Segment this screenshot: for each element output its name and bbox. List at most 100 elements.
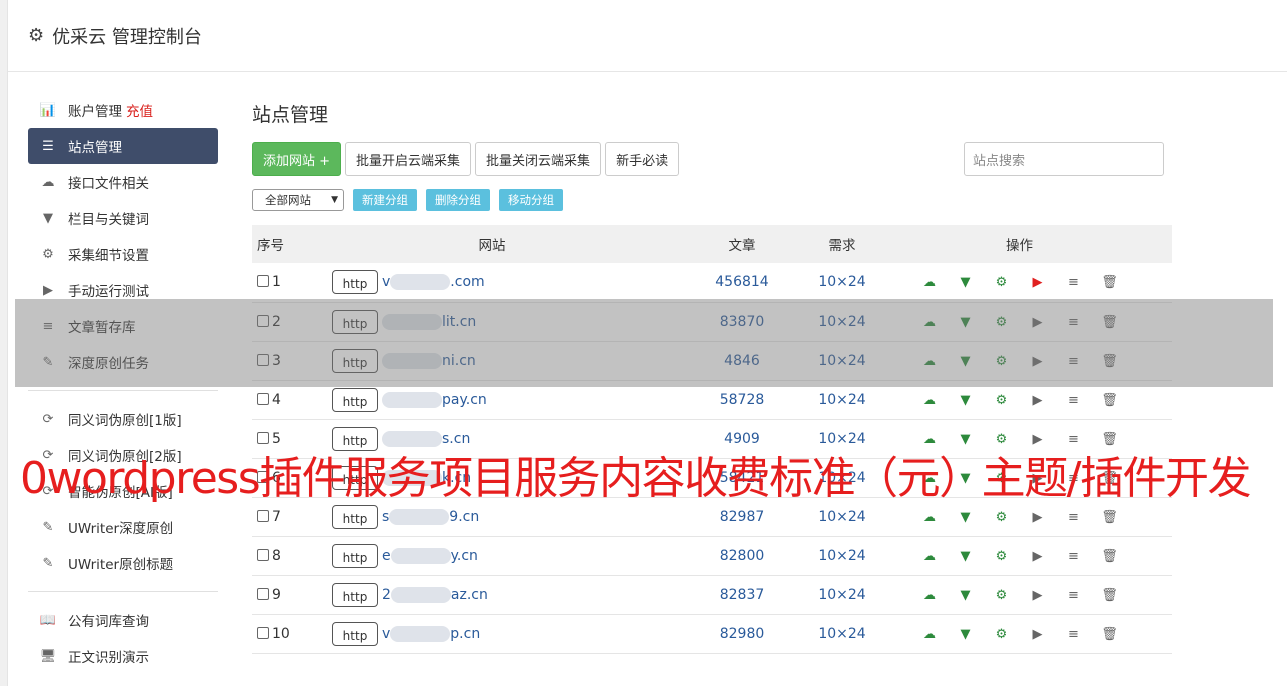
trash-icon[interactable]: 🗑 xyxy=(1092,627,1128,642)
row-checkbox[interactable] xyxy=(257,587,269,600)
group-select[interactable]: 全部网站 ▼ xyxy=(252,189,344,211)
play-circle-icon[interactable]: ▶ xyxy=(1020,510,1056,525)
table-row: 1 http v .com 456814 10×24 ☁ ▼ ⚙ ▶ ≡ 🗑 xyxy=(252,263,1172,302)
row-checkbox[interactable] xyxy=(257,626,269,639)
database-icon[interactable]: ≡ xyxy=(1056,627,1092,642)
database-icon[interactable]: ≡ xyxy=(1056,393,1092,408)
article-count[interactable]: 456814 xyxy=(667,263,817,302)
add-site-button[interactable]: 添加网站 + xyxy=(252,142,342,176)
row-number-cell: 10 xyxy=(252,614,317,653)
demand-value[interactable]: 10×24 xyxy=(817,614,867,653)
database-icon[interactable]: ≡ xyxy=(1056,588,1092,603)
row-number: 10 xyxy=(272,625,290,642)
recharge-link[interactable]: 充值 xyxy=(126,100,153,120)
move-group-button[interactable]: 移动分组 xyxy=(499,189,563,211)
play-circle-icon[interactable]: ▶ xyxy=(1020,588,1056,603)
app-title: 优采云 管理控制台 xyxy=(52,26,202,48)
redacted-blur xyxy=(389,508,450,525)
filter-icon[interactable]: ▼ xyxy=(948,393,984,408)
play-circle-icon[interactable]: ▶ xyxy=(1020,627,1056,642)
cloud-upload-icon[interactable]: ☁ xyxy=(912,510,948,525)
demand-value[interactable]: 10×24 xyxy=(817,263,867,302)
filter-icon[interactable]: ▼ xyxy=(948,588,984,603)
filter-icon[interactable]: ▼ xyxy=(948,275,984,290)
play-circle-icon[interactable]: ▶ xyxy=(1020,549,1056,564)
batch-open-cloud-button[interactable]: 批量开启云端采集 xyxy=(345,142,472,176)
play-circle-icon[interactable]: ▶ xyxy=(1020,393,1056,408)
database-icon[interactable]: ≡ xyxy=(1056,275,1092,290)
http-button[interactable]: http xyxy=(332,504,378,529)
http-button[interactable]: http xyxy=(332,387,378,412)
sidebar-item[interactable]: ⟳ 同义词伪原创[1版] xyxy=(28,401,218,437)
cloud-upload-icon[interactable]: ☁ xyxy=(912,393,948,408)
sidebar-item[interactable]: 📖 公有词库查询 xyxy=(28,602,218,638)
row-checkbox[interactable] xyxy=(257,275,269,288)
sidebar-item-label: UWriter原创标题 xyxy=(68,557,174,573)
demand-value[interactable]: 10×24 xyxy=(817,536,867,575)
demand-value[interactable]: 10×24 xyxy=(817,575,867,614)
database-icon[interactable]: ≡ xyxy=(1056,549,1092,564)
article-count[interactable]: 82837 xyxy=(667,575,817,614)
filter-icon[interactable]: ▼ xyxy=(948,627,984,642)
row-checkbox[interactable] xyxy=(257,392,269,405)
play-circle-icon[interactable]: ▶ xyxy=(1020,275,1056,290)
trash-icon[interactable]: 🗑 xyxy=(1092,275,1128,290)
site-url-suffix[interactable]: az.cn xyxy=(451,587,488,603)
row-checkbox[interactable] xyxy=(257,548,269,561)
cloud-upload-icon[interactable]: ☁ xyxy=(912,588,948,603)
trash-icon[interactable]: 🗑 xyxy=(1092,393,1128,408)
sidebar-item-label: 栏目与关键词 xyxy=(68,212,149,228)
cloud-upload-icon[interactable]: ☁ xyxy=(912,275,948,290)
http-button[interactable]: http xyxy=(332,621,378,646)
sidebar-item[interactable]: ✎ UWriter原创标题 xyxy=(28,545,218,581)
trash-icon[interactable]: 🗑 xyxy=(1092,510,1128,525)
database-icon[interactable]: ≡ xyxy=(1056,510,1092,525)
site-url-prefix: e xyxy=(382,547,391,564)
trash-icon[interactable]: 🗑 xyxy=(1092,588,1128,603)
page-title: 站点管理 xyxy=(252,104,329,126)
http-button[interactable]: http xyxy=(332,543,378,568)
trash-icon[interactable]: 🗑 xyxy=(1092,549,1128,564)
edit-icon: ✎ xyxy=(42,555,54,571)
newbie-guide-button[interactable]: 新手必读 xyxy=(605,142,680,176)
cogs-icon[interactable]: ⚙ xyxy=(984,588,1020,603)
site-url-suffix[interactable]: .com xyxy=(450,274,484,290)
article-count[interactable]: 82800 xyxy=(667,536,817,575)
col-header-articles: 文章 xyxy=(728,238,756,254)
cloud-upload-icon[interactable]: ☁ xyxy=(912,549,948,564)
site-url-suffix[interactable]: p.cn xyxy=(450,626,480,642)
sidebar-item[interactable]: 📊 账户管理 充值 xyxy=(28,92,218,128)
sidebar-item[interactable]: ▼ 栏目与关键词 xyxy=(28,200,218,236)
desktop-icon: 🖥 xyxy=(39,648,57,664)
site-url-suffix[interactable]: pay.cn xyxy=(442,392,487,408)
sidebar-item[interactable]: 🖥 正文识别演示 xyxy=(28,638,218,674)
batch-close-cloud-button[interactable]: 批量关闭云端采集 xyxy=(475,142,602,176)
new-group-button[interactable]: 新建分组 xyxy=(353,189,417,211)
article-count[interactable]: 82980 xyxy=(667,614,817,653)
cogs-icon[interactable]: ⚙ xyxy=(984,393,1020,408)
row-checkbox[interactable] xyxy=(257,509,269,522)
sidebar-item[interactable]: ☰ 站点管理 xyxy=(28,128,218,164)
filter-icon[interactable]: ▼ xyxy=(948,549,984,564)
sidebar-item[interactable]: ☁ 接口文件相关 xyxy=(28,164,218,200)
sidebar-item-label: 公有词库查询 xyxy=(68,614,149,630)
sidebar-item[interactable]: ✎ UWriter深度原创 xyxy=(28,509,218,545)
cogs-icon[interactable]: ⚙ xyxy=(984,275,1020,290)
cogs-icon[interactable]: ⚙ xyxy=(984,627,1020,642)
site-search-input[interactable]: 站点搜索 xyxy=(964,142,1164,176)
sidebar-divider xyxy=(28,390,218,391)
sidebar-item[interactable]: ⚙ 采集细节设置 xyxy=(28,236,218,272)
cogs-icon[interactable]: ⚙ xyxy=(984,510,1020,525)
site-url-suffix[interactable]: 9.cn xyxy=(449,509,479,525)
book-icon: 📖 xyxy=(39,612,57,628)
cloud-upload-icon[interactable]: ☁ xyxy=(912,627,948,642)
bar-chart-icon: 📊 xyxy=(39,102,57,118)
cogs-icon[interactable]: ⚙ xyxy=(984,549,1020,564)
http-button[interactable]: http xyxy=(332,582,378,607)
sidebar-item-label: 正文识别演示 xyxy=(68,650,149,666)
delete-group-button[interactable]: 删除分组 xyxy=(426,189,490,211)
http-button[interactable]: http xyxy=(332,270,378,295)
site-url-suffix[interactable]: y.cn xyxy=(451,548,478,564)
row-number: 8 xyxy=(272,547,281,564)
filter-icon[interactable]: ▼ xyxy=(948,510,984,525)
